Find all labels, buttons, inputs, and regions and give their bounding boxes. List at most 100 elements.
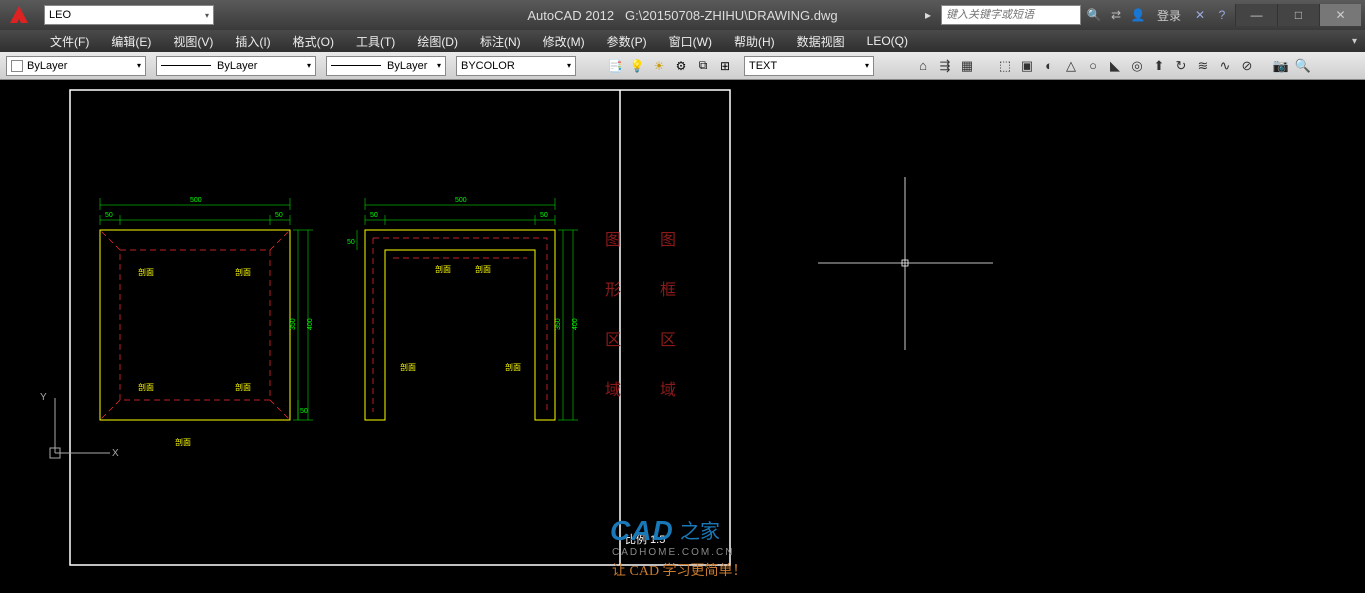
menu-window[interactable]: 窗口(W) — [659, 31, 722, 52]
menu-file[interactable]: 文件(F) — [40, 31, 99, 52]
linetype-dropdown[interactable]: ByLayer▾ — [156, 56, 316, 76]
svg-text:350: 350 — [290, 318, 297, 330]
svg-text:剖面: 剖面 — [235, 267, 251, 277]
workspace-current: LEO — [49, 9, 71, 21]
svg-text:50: 50 — [540, 212, 548, 219]
svg-text:50: 50 — [275, 212, 283, 219]
sweep-icon[interactable]: ∿ — [1216, 57, 1234, 75]
close-button[interactable]: ✕ — [1319, 4, 1361, 26]
menu-param[interactable]: 参数(P) — [597, 31, 657, 52]
ucs-y-label: Y — [40, 392, 47, 403]
plotstyle-dropdown[interactable]: BYCOLOR▾ — [456, 56, 576, 76]
search-icon[interactable]: 🔍 — [1085, 6, 1103, 24]
exchange-icon[interactable]: ⇄ — [1107, 6, 1125, 24]
minimize-button[interactable]: — — [1235, 4, 1277, 26]
menu-leo[interactable]: LEO(Q) — [857, 32, 918, 50]
svg-text:50: 50 — [370, 212, 378, 219]
copy-icon[interactable]: ⧉ — [694, 57, 712, 75]
app-menu-button[interactable] — [0, 0, 38, 30]
search-input[interactable] — [941, 5, 1081, 25]
menu-dim[interactable]: 标注(N) — [470, 31, 531, 52]
3d-box-icon[interactable]: ⬚ — [996, 57, 1014, 75]
svg-text:50: 50 — [300, 408, 308, 415]
menubar-overflow-icon[interactable]: ▾ — [1352, 36, 1365, 47]
menu-draw[interactable]: 绘图(D) — [407, 31, 468, 52]
menu-data[interactable]: 数据视图 — [787, 31, 855, 52]
search-arrow-icon[interactable]: ▸ — [919, 6, 937, 24]
loft-icon[interactable]: ≋ — [1194, 57, 1212, 75]
login-label[interactable]: 登录 — [1157, 7, 1181, 24]
extrude-icon[interactable]: ⬆ — [1150, 57, 1168, 75]
svg-text:之家: 之家 — [680, 520, 720, 543]
svg-text:400: 400 — [572, 318, 579, 330]
svg-text:剖面: 剖面 — [505, 362, 521, 372]
svg-text:50: 50 — [347, 239, 355, 246]
3d-sphere-icon[interactable]: ○ — [1084, 57, 1102, 75]
svg-text:CAD: CAD — [610, 515, 674, 546]
svg-text:框: 框 — [660, 281, 676, 299]
menu-edit[interactable]: 编辑(E) — [101, 31, 161, 52]
linetype-sample-icon — [161, 65, 211, 66]
revolve-icon[interactable]: ↻ — [1172, 57, 1190, 75]
maximize-button[interactable]: □ — [1277, 4, 1319, 26]
color-dropdown[interactable]: ByLayer▾ — [6, 56, 146, 76]
svg-text:350: 350 — [555, 318, 562, 330]
layer-control-icon[interactable]: 📑 — [606, 57, 624, 75]
orbit-icon[interactable]: 🔍 — [1294, 57, 1312, 75]
sun-icon[interactable]: ☀ — [650, 57, 668, 75]
color-swatch-icon — [11, 60, 23, 72]
3d-cube-icon[interactable]: ▣ — [1018, 57, 1036, 75]
svg-text:图: 图 — [605, 232, 621, 249]
menu-tools[interactable]: 工具(T) — [346, 31, 405, 52]
3d-cyl-icon[interactable]: ◐ — [1040, 57, 1058, 75]
svg-text:400: 400 — [307, 318, 314, 330]
lineweight-dropdown[interactable]: ByLayer▾ — [326, 56, 446, 76]
title-text: AutoCAD 2012 G:\20150708-ZHIHU\DRAWING.d… — [527, 8, 837, 23]
ucs-x-label: X — [112, 448, 119, 459]
svg-text:剖面: 剖面 — [235, 382, 251, 392]
ortho-icon[interactable]: ⊞ — [716, 57, 734, 75]
svg-text:区: 区 — [660, 332, 676, 349]
menu-insert[interactable]: 插入(I) — [225, 31, 280, 52]
menu-format[interactable]: 格式(O) — [283, 31, 344, 52]
svg-text:500: 500 — [455, 197, 467, 204]
section-icon[interactable]: ⊘ — [1238, 57, 1256, 75]
user-icon[interactable]: 👤 — [1129, 6, 1147, 24]
svg-text:剖面: 剖面 — [138, 382, 154, 392]
menu-modify[interactable]: 修改(M) — [533, 31, 595, 52]
chevron-down-icon: ▾ — [205, 11, 209, 20]
svg-text:剖面: 剖面 — [400, 362, 416, 372]
menu-help[interactable]: 帮助(H) — [724, 31, 785, 52]
svg-text:域: 域 — [605, 381, 621, 399]
layer-props-icon[interactable]: ▦ — [958, 57, 976, 75]
svg-text:让 CAD 学习更简单！: 让 CAD 学习更简单！ — [612, 562, 747, 579]
3d-cone-icon[interactable]: △ — [1062, 57, 1080, 75]
svg-text:CADHOME.COM.CN: CADHOME.COM.CN — [612, 547, 734, 558]
svg-text:50: 50 — [105, 212, 113, 219]
menu-bar: 文件(F) 编辑(E) 视图(V) 插入(I) 格式(O) 工具(T) 绘图(D… — [0, 30, 1365, 52]
3d-torus-icon[interactable]: ◎ — [1128, 57, 1146, 75]
svg-text:图: 图 — [660, 232, 676, 249]
svg-text:剖面: 剖面 — [175, 437, 191, 447]
properties-toolbar: ByLayer▾ ByLayer▾ ByLayer▾ BYCOLOR▾ 📑 💡 … — [0, 52, 1365, 80]
menu-view[interactable]: 视图(V) — [163, 31, 223, 52]
svg-text:500: 500 — [190, 197, 202, 204]
3d-wedge-icon[interactable]: ◣ — [1106, 57, 1124, 75]
drawing-canvas[interactable]: X Y 500 50 50 剖面 剖面 剖面 剖面 剖面 350 400 — [0, 80, 1365, 588]
xref-icon[interactable]: ✕ — [1191, 6, 1209, 24]
workspace-dropdown[interactable]: LEO ▾ — [44, 5, 214, 25]
svg-text:域: 域 — [660, 381, 676, 399]
svg-text:剖面: 剖面 — [475, 264, 491, 274]
svg-text:剖面: 剖面 — [435, 264, 451, 274]
svg-text:形: 形 — [605, 281, 621, 299]
help-icon[interactable]: ? — [1213, 6, 1231, 24]
text-style-dropdown[interactable]: TEXT▾ — [744, 56, 874, 76]
svg-text:区: 区 — [605, 332, 621, 349]
gear-icon[interactable]: ⚙ — [672, 57, 690, 75]
camera-icon[interactable]: 📷 — [1272, 57, 1290, 75]
svg-text:剖面: 剖面 — [138, 267, 154, 277]
layer-states-icon[interactable]: ⇶ — [936, 57, 954, 75]
lineweight-sample-icon — [331, 65, 381, 66]
lightbulb-icon[interactable]: 💡 — [628, 57, 646, 75]
layer-filter-icon[interactable]: ⌂ — [914, 57, 932, 75]
